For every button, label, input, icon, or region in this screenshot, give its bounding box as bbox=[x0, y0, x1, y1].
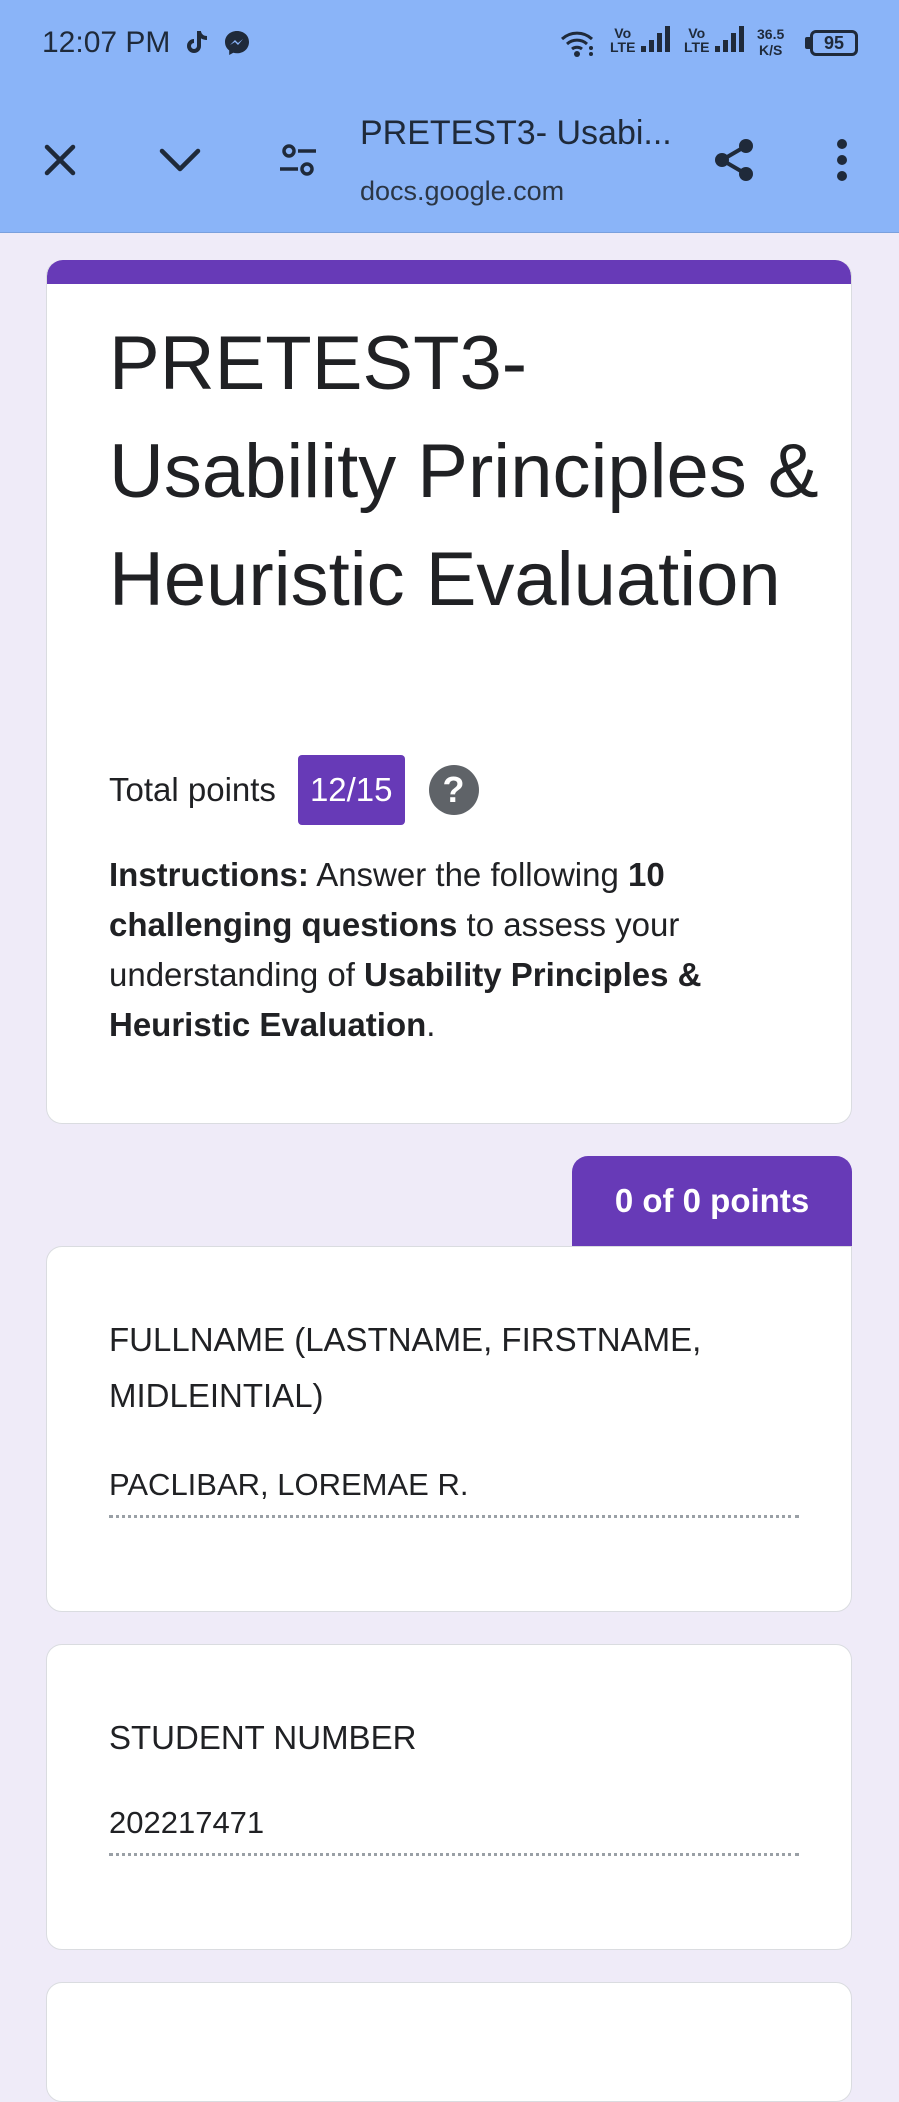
section-points-badge: 0 of 0 points bbox=[572, 1156, 852, 1246]
form-accent-bar bbox=[47, 260, 851, 284]
question-card: FULLNAME (LASTNAME, FIRSTNAME, MIDLEINTI… bbox=[46, 1246, 852, 1612]
answer-field: 202217471 bbox=[109, 1805, 799, 1856]
network-speed-unit: K/S bbox=[758, 42, 783, 58]
instructions-text-3: . bbox=[426, 1006, 436, 1043]
instructions-lead: Instructions: bbox=[109, 856, 309, 893]
total-points-label: Total points bbox=[109, 771, 276, 808]
answer-field: PACLIBAR, LOREMAE R. bbox=[109, 1467, 799, 1518]
question-card: STUDENT NUMBER 202217471 bbox=[46, 1644, 852, 1950]
form-instructions: Instructions: Answer the following 10 ch… bbox=[109, 850, 809, 1050]
form-header-card: PRETEST3- Usability Principles & Heurist… bbox=[46, 260, 852, 1124]
messenger-icon bbox=[222, 28, 252, 58]
page-url: docs.google.com bbox=[360, 176, 565, 206]
signal-icon: Vo LTE bbox=[684, 24, 747, 54]
question-card bbox=[46, 1982, 852, 2102]
chevron-down-icon[interactable] bbox=[150, 130, 210, 190]
wifi-icon bbox=[560, 30, 594, 60]
more-vert-icon[interactable] bbox=[812, 130, 872, 190]
status-time: 12:07 PM bbox=[42, 26, 171, 59]
browser-top-bar: 12:07 PM Vo LTE Vo LTE 36.5 K/S 95 PRETE… bbox=[0, 0, 899, 233]
page-settings-icon[interactable] bbox=[268, 130, 328, 190]
sim1-lte-label: LTE bbox=[610, 39, 636, 55]
network-speed-value: 36.5 bbox=[757, 26, 785, 42]
score-badge: 12/15 bbox=[297, 755, 405, 825]
tiktok-icon bbox=[182, 28, 212, 58]
close-icon[interactable] bbox=[30, 130, 90, 190]
form-title: PRETEST3- Usability Principles & Heurist… bbox=[109, 321, 819, 622]
battery-indicator: 95 bbox=[810, 30, 858, 56]
total-points-row: Total points 12/15 ? bbox=[109, 755, 479, 825]
question-title: STUDENT NUMBER bbox=[109, 1719, 417, 1756]
sim2-volte-label: Vo bbox=[688, 25, 706, 41]
signal-icon: Vo LTE bbox=[610, 24, 673, 54]
instructions-text-1: Answer the following bbox=[308, 856, 629, 893]
sim1-volte-label: Vo bbox=[614, 25, 632, 41]
question-title: FULLNAME (LASTNAME, FIRSTNAME, MIDLEINTI… bbox=[109, 1321, 702, 1414]
page-title: PRETEST3- Usabi... bbox=[360, 114, 672, 152]
help-icon[interactable]: ? bbox=[428, 765, 479, 815]
status-bar: 12:07 PM Vo LTE Vo LTE 36.5 K/S 95 bbox=[0, 0, 899, 92]
network-speed: 36.5 K/S bbox=[757, 26, 784, 58]
sim2-lte-label: LTE bbox=[684, 39, 710, 55]
share-icon[interactable] bbox=[704, 130, 764, 190]
